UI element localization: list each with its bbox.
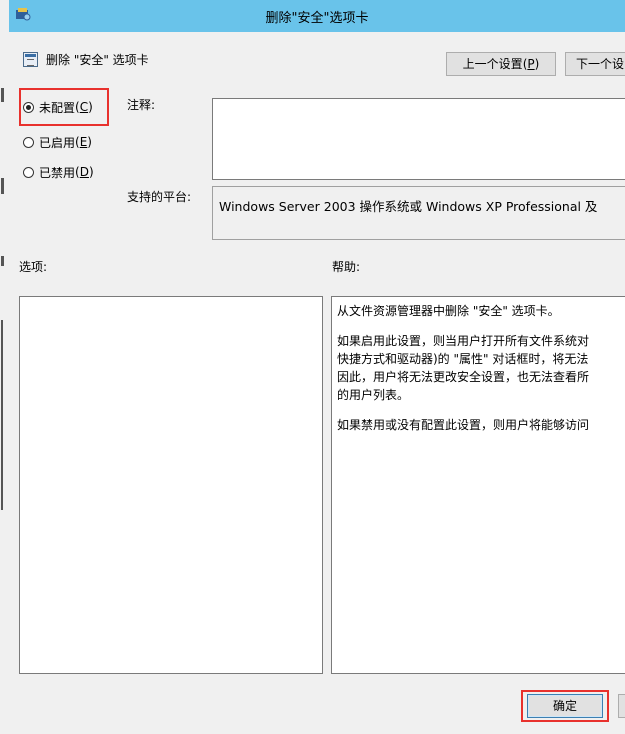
next-setting-button[interactable]: 下一个设	[565, 52, 625, 76]
edge-mark	[1, 88, 4, 102]
policy-setting-icon	[23, 52, 38, 67]
title-bar[interactable]: 删除"安全"选项卡	[9, 0, 625, 32]
policy-dialog: 删除 "安全" 选项卡 上一个设置(P) 下一个设 未配置(C) 已启用(E) …	[9, 32, 625, 734]
radio-icon	[23, 136, 34, 148]
cancel-button[interactable]	[618, 694, 625, 718]
help-paragraph: 如果启用此设置，则当用户打开所有文件系统对 快捷方式和驱动器)的 "属性" 对话…	[337, 334, 590, 402]
comment-textarea[interactable]	[212, 98, 625, 180]
edge-mark	[1, 256, 4, 266]
options-label: 选项:	[19, 260, 48, 274]
edge-mark	[1, 320, 3, 510]
radio-not-configured[interactable]: 未配置(C)	[23, 98, 93, 116]
platform-field: Windows Server 2003 操作系统或 Windows XP Pro…	[212, 186, 625, 240]
radio-icon	[23, 166, 34, 178]
window-title: 删除"安全"选项卡	[265, 11, 369, 26]
options-panel	[19, 296, 323, 674]
radio-enabled[interactable]: 已启用(E)	[23, 133, 92, 151]
comment-label: 注释:	[127, 98, 156, 112]
platform-label: 支持的平台:	[127, 190, 192, 204]
previous-setting-button[interactable]: 上一个设置(P)	[446, 52, 556, 76]
setting-title: 删除 "安全" 选项卡	[46, 53, 149, 67]
help-label: 帮助:	[332, 260, 361, 274]
radio-icon	[23, 101, 34, 113]
edge-mark	[1, 178, 4, 194]
help-paragraph: 从文件资源管理器中删除 "安全" 选项卡。	[337, 304, 560, 318]
help-paragraph: 如果禁用或没有配置此设置，则用户将能够访问	[337, 418, 590, 432]
ok-button[interactable]: 确定	[527, 694, 603, 718]
help-text-panel: 从文件资源管理器中删除 "安全" 选项卡。 如果启用此设置，则当用户打开所有文件…	[331, 296, 625, 674]
radio-disabled[interactable]: 已禁用(D)	[23, 163, 94, 181]
